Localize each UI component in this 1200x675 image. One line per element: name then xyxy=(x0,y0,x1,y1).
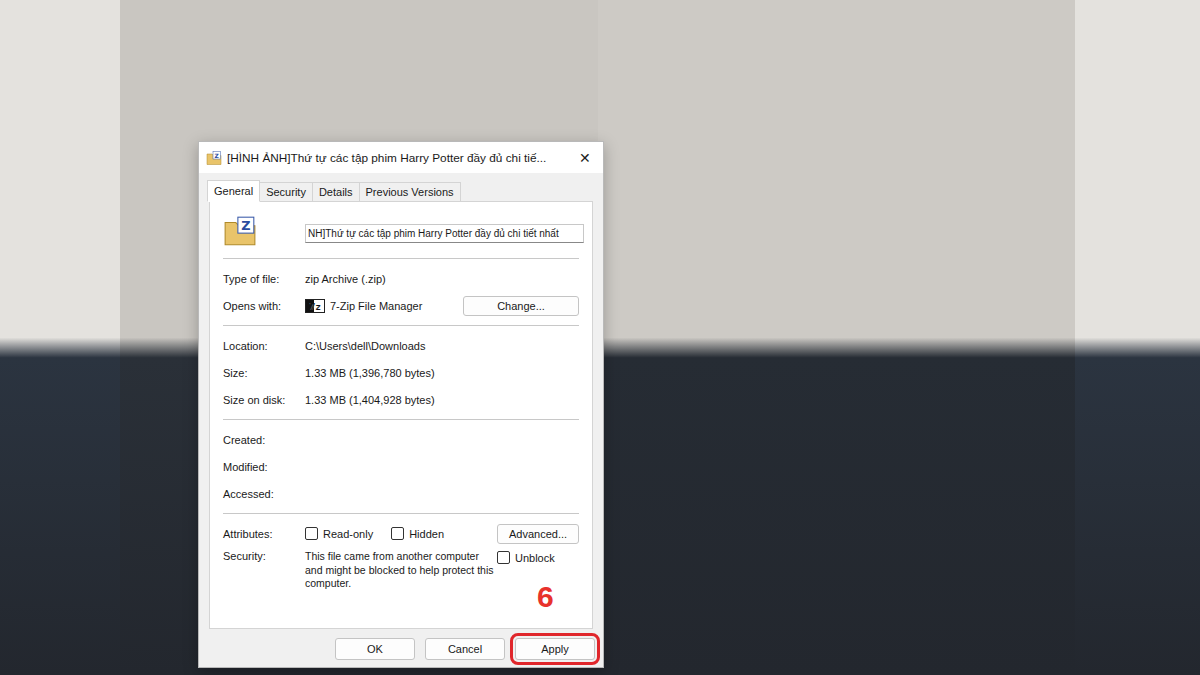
background-photo xyxy=(598,0,1075,675)
tab[interactable]: General xyxy=(207,180,260,202)
svg-text:7z: 7z xyxy=(309,301,321,311)
property-label: Security: xyxy=(223,550,305,562)
property-label: Accessed: xyxy=(223,488,305,500)
separator xyxy=(223,513,579,514)
property-value: zip Archive (.zip) xyxy=(305,273,584,285)
property-row: Modified: xyxy=(223,453,584,480)
close-button[interactable]: ✕ xyxy=(573,150,597,166)
checkbox-label: Read-only xyxy=(323,528,373,540)
attributes-row: Attributes: Read-only Hidden Advanced... xyxy=(223,520,584,547)
zip-file-icon: Z xyxy=(206,150,222,166)
security-text: This file came from another computer and… xyxy=(305,550,495,591)
property-label: Type of file: xyxy=(223,273,305,285)
checkbox-label: Hidden xyxy=(409,528,444,540)
change-button[interactable]: Change... xyxy=(463,296,579,316)
tab[interactable]: Security xyxy=(259,182,313,202)
checkbox-label: Unblock xyxy=(515,552,555,564)
checkbox-box[interactable] xyxy=(497,551,510,564)
property-row: Size on disk:1.33 MB (1,404,928 bytes) xyxy=(223,386,584,413)
property-label: Modified: xyxy=(223,461,305,473)
background-photo xyxy=(0,0,120,675)
7zip-icon: 7z xyxy=(305,299,325,313)
property-label: Size: xyxy=(223,367,305,379)
file-name-field[interactable]: NH]Thứ tự các tập phim Harry Potter đầy … xyxy=(305,224,584,243)
window-title: [HÌNH ẢNH]Thứ tự các tập phim Harry Pott… xyxy=(227,151,568,165)
property-value: 1.33 MB (1,404,928 bytes) xyxy=(305,394,584,406)
separator xyxy=(223,325,579,326)
property-value: 1.33 MB (1,396,780 bytes) xyxy=(305,367,584,379)
tab[interactable]: Details xyxy=(312,182,360,202)
checkbox-box[interactable] xyxy=(391,527,404,540)
property-row: Created: xyxy=(223,426,584,453)
property-label: Opens with: xyxy=(223,300,305,312)
property-label: Created: xyxy=(223,434,305,446)
button-row: OK Cancel Apply xyxy=(199,629,603,660)
property-label: Attributes: xyxy=(223,528,305,540)
property-label: Location: xyxy=(223,340,305,352)
property-row: Size:1.33 MB (1,396,780 bytes) xyxy=(223,359,584,386)
separator xyxy=(223,419,579,420)
background-photo xyxy=(1075,0,1200,675)
step-annotation: 6 xyxy=(537,580,554,614)
desktop: Z [HÌNH ẢNH]Thứ tự các tập phim Harry Pot… xyxy=(0,0,1200,675)
property-value: C:\Users\dell\Downloads xyxy=(305,340,584,352)
svg-text:Z: Z xyxy=(215,151,220,158)
property-row: Accessed: xyxy=(223,480,584,507)
tab[interactable]: Previous Versions xyxy=(359,182,461,202)
properties-dialog: Z [HÌNH ẢNH]Thứ tự các tập phim Harry Pot… xyxy=(198,141,604,668)
checkbox[interactable]: Read-only xyxy=(305,527,373,540)
general-panel: Z NH]Thứ tự các tập phim Harry Potter đầy… xyxy=(209,201,593,629)
zip-archive-icon: Z xyxy=(223,214,257,248)
property-row: Opens with:7z7-Zip File ManagerChange... xyxy=(223,292,584,319)
svg-text:Z: Z xyxy=(241,218,250,233)
property-label: Size on disk: xyxy=(223,394,305,406)
checkbox[interactable]: Hidden xyxy=(391,527,444,540)
name-row: Z NH]Thứ tự các tập phim Harry Potter đầy… xyxy=(223,214,584,252)
checkbox[interactable]: Unblock xyxy=(497,551,555,564)
dialog-button[interactable]: Apply xyxy=(515,638,595,660)
security-row: Security:This file came from another com… xyxy=(223,547,584,591)
tab-strip: GeneralSecurityDetailsPrevious Versions xyxy=(199,173,603,201)
title-bar: Z [HÌNH ẢNH]Thứ tự các tập phim Harry Pot… xyxy=(199,142,603,173)
checkbox-box[interactable] xyxy=(305,527,318,540)
dialog-button[interactable]: Cancel xyxy=(425,638,505,660)
dialog-button[interactable]: OK xyxy=(335,638,415,660)
advanced-button[interactable]: Advanced... xyxy=(497,524,579,544)
property-row: Location:C:\Users\dell\Downloads xyxy=(223,332,584,359)
separator xyxy=(223,258,579,259)
property-row: Type of file:zip Archive (.zip) xyxy=(223,265,584,292)
property-value: 7z7-Zip File Manager xyxy=(305,299,463,313)
